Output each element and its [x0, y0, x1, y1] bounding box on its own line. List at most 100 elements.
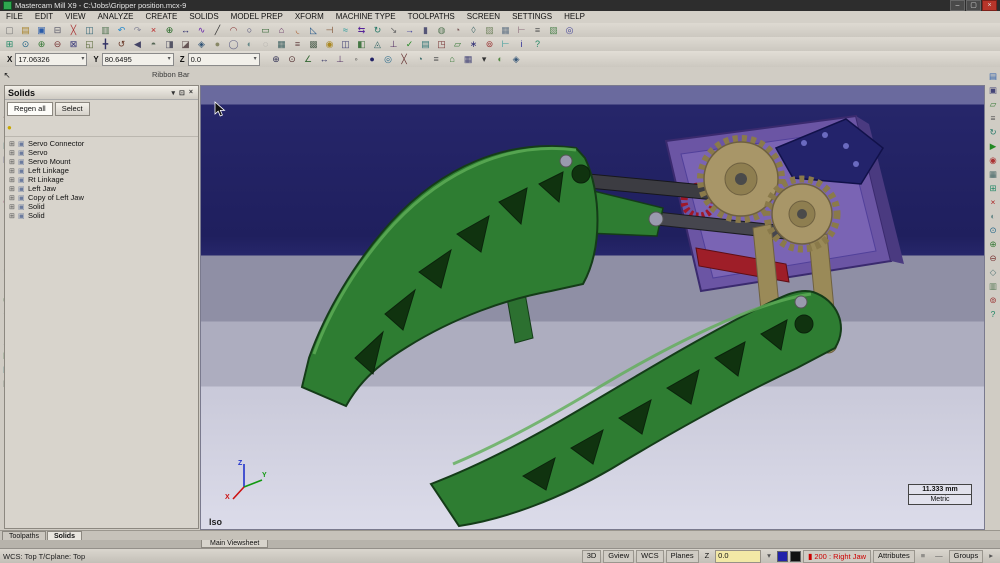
- menu-item[interactable]: SOLIDS: [183, 11, 224, 23]
- grid-snap-icon[interactable]: ▦: [461, 53, 476, 66]
- analyze-distance-icon[interactable]: ↔: [178, 24, 193, 37]
- planes-button[interactable]: Planes: [666, 550, 699, 563]
- solids-tree-item[interactable]: ⊞ ▣ Servo Connector: [9, 139, 198, 148]
- material-icon[interactable]: ▩: [306, 38, 321, 51]
- center-snap-icon[interactable]: ◎: [381, 53, 396, 66]
- chamfer-icon[interactable]: ◺: [306, 24, 321, 37]
- menu-item[interactable]: TOOLPATHS: [402, 11, 461, 23]
- chevron-down-icon[interactable]: ▾: [81, 54, 84, 65]
- collapse-ops-icon[interactable]: ⊖: [987, 252, 999, 264]
- check-solid-icon[interactable]: ✓: [402, 38, 417, 51]
- menu-item[interactable]: XFORM: [289, 11, 330, 23]
- tree-expander-icon[interactable]: ⊞: [9, 203, 18, 211]
- sweep-icon[interactable]: ◔: [450, 24, 465, 37]
- solids-tree-item[interactable]: ⊞ ▣ Rt Linkage: [9, 175, 198, 184]
- chevron-down-icon[interactable]: ▾: [254, 54, 257, 65]
- zoom-window-icon[interactable]: ⊞: [2, 38, 17, 51]
- save-icon[interactable]: ▣: [34, 24, 49, 37]
- along-snap-icon[interactable]: ≡: [429, 53, 444, 66]
- menu-item[interactable]: MODEL PREP: [225, 11, 289, 23]
- machine-group-icon[interactable]: ▦: [987, 168, 999, 180]
- ruler-icon[interactable]: ⊢: [498, 38, 513, 51]
- circle-icon[interactable]: ○: [242, 24, 257, 37]
- iso-view-icon[interactable]: ◈: [194, 38, 209, 51]
- lower-jaw[interactable]: [431, 291, 841, 526]
- undo-icon[interactable]: ↶: [114, 24, 129, 37]
- draft-check-icon[interactable]: ◬: [370, 38, 385, 51]
- offset-icon[interactable]: ≈: [338, 24, 353, 37]
- planes-manager-icon[interactable]: ▱: [987, 98, 999, 110]
- regen-icon[interactable]: ↻: [987, 126, 999, 138]
- paste-icon[interactable]: ▥: [98, 24, 113, 37]
- extrude-icon[interactable]: ▮: [418, 24, 433, 37]
- color-swatch[interactable]: [777, 551, 788, 562]
- active-level-button[interactable]: ▮ 200 : Right Jaw: [803, 550, 871, 563]
- settings-icon[interactable]: ◎: [562, 24, 577, 37]
- color-swatch-2[interactable]: [790, 551, 801, 562]
- cut-icon[interactable]: ╳: [66, 24, 81, 37]
- groups-button[interactable]: Groups: [949, 550, 984, 563]
- rectangle-icon[interactable]: ▭: [258, 24, 273, 37]
- spotlight-icon[interactable]: ◉: [322, 38, 337, 51]
- mode-3d-button[interactable]: 3D: [582, 550, 602, 563]
- y-coordinate-input[interactable]: 80.6495 ▾: [102, 53, 174, 66]
- solids-tree-item[interactable]: ⊞ ▣ Servo: [9, 148, 198, 157]
- regen-all-button[interactable]: Regen all: [7, 102, 53, 116]
- endpoint-snap-icon[interactable]: ●: [365, 53, 380, 66]
- section-view-icon[interactable]: ◧: [354, 38, 369, 51]
- z-coordinate-input[interactable]: 0.0 ▾: [188, 53, 260, 66]
- zoom-in-icon[interactable]: ⊕: [34, 38, 49, 51]
- solids-tree-item[interactable]: ⊞ ▣ Left Jaw: [9, 184, 198, 193]
- intersect-snap-icon[interactable]: ╳: [397, 53, 412, 66]
- hide-entity-icon[interactable]: ◌: [258, 38, 273, 51]
- tree-expander-icon[interactable]: ⊞: [9, 167, 18, 175]
- chevron-down-icon[interactable]: ▾: [763, 551, 775, 562]
- surface-icon[interactable]: ▨: [482, 24, 497, 37]
- chevron-down-icon[interactable]: ▾: [170, 89, 178, 97]
- maximize-button[interactable]: ▢: [966, 0, 981, 11]
- translucent-icon[interactable]: ◐: [242, 38, 257, 51]
- manager-help-icon[interactable]: ?: [987, 308, 999, 320]
- tree-expander-icon[interactable]: ⊞: [9, 176, 18, 184]
- zoom-fit-icon[interactable]: ⊠: [66, 38, 81, 51]
- close-button[interactable]: ×: [982, 0, 997, 11]
- arc-icon[interactable]: ◠: [226, 24, 241, 37]
- gview-iso-icon[interactable]: ◈: [509, 53, 524, 66]
- tree-expander-icon[interactable]: ⊞: [9, 149, 18, 157]
- solids-manager-icon[interactable]: ▣: [987, 84, 999, 96]
- angle-snap-icon[interactable]: ∠: [301, 53, 316, 66]
- wcs-button[interactable]: WCS: [636, 550, 664, 563]
- polygon-icon[interactable]: ⌂: [274, 24, 289, 37]
- midpoint-snap-icon[interactable]: ◦: [349, 53, 364, 66]
- previous-view-icon[interactable]: ◀: [130, 38, 145, 51]
- menu-item[interactable]: EDIT: [29, 11, 59, 23]
- shaded-icon[interactable]: ●: [210, 38, 225, 51]
- length-snap-icon[interactable]: ↔: [317, 53, 332, 66]
- menu-item[interactable]: MACHINE TYPE: [330, 11, 402, 23]
- snap-options-icon[interactable]: ▾: [477, 53, 492, 66]
- new-file-icon[interactable]: ▢: [2, 24, 17, 37]
- menu-item[interactable]: HELP: [558, 11, 591, 23]
- chevron-down-icon[interactable]: ▾: [168, 54, 171, 65]
- tool-settings-icon[interactable]: ▥: [987, 280, 999, 292]
- tree-expander-icon[interactable]: ⊞: [9, 185, 18, 193]
- viewport-layout-icon[interactable]: ◳: [434, 38, 449, 51]
- unzoom-icon[interactable]: ◱: [82, 38, 97, 51]
- front-view-icon[interactable]: ◨: [162, 38, 177, 51]
- solids-tree-item[interactable]: ⊞ ▣ Solid: [9, 211, 198, 220]
- tree-expander-icon[interactable]: ⊞: [9, 194, 18, 202]
- gview-button[interactable]: Gview: [603, 550, 634, 563]
- levels-manager-icon[interactable]: ≡: [987, 112, 999, 124]
- mirror-icon[interactable]: ⇆: [354, 24, 369, 37]
- delete-operation-icon[interactable]: ×: [987, 196, 999, 208]
- tree-expander-icon[interactable]: ⊞: [9, 212, 18, 220]
- solids-tree-item[interactable]: ⊞ ▣ Copy of Left Jaw: [9, 193, 198, 202]
- layer-manager-icon[interactable]: ▤: [418, 38, 433, 51]
- top-view-icon[interactable]: ◓: [146, 38, 161, 51]
- lightbulb-icon[interactable]: ●: [7, 123, 12, 132]
- expand-status-icon[interactable]: ▸: [985, 551, 997, 562]
- zoom-target-icon[interactable]: ⊙: [18, 38, 33, 51]
- fillet-icon[interactable]: ◟: [290, 24, 305, 37]
- minimize-button[interactable]: –: [950, 0, 965, 11]
- spline-icon[interactable]: ∿: [194, 24, 209, 37]
